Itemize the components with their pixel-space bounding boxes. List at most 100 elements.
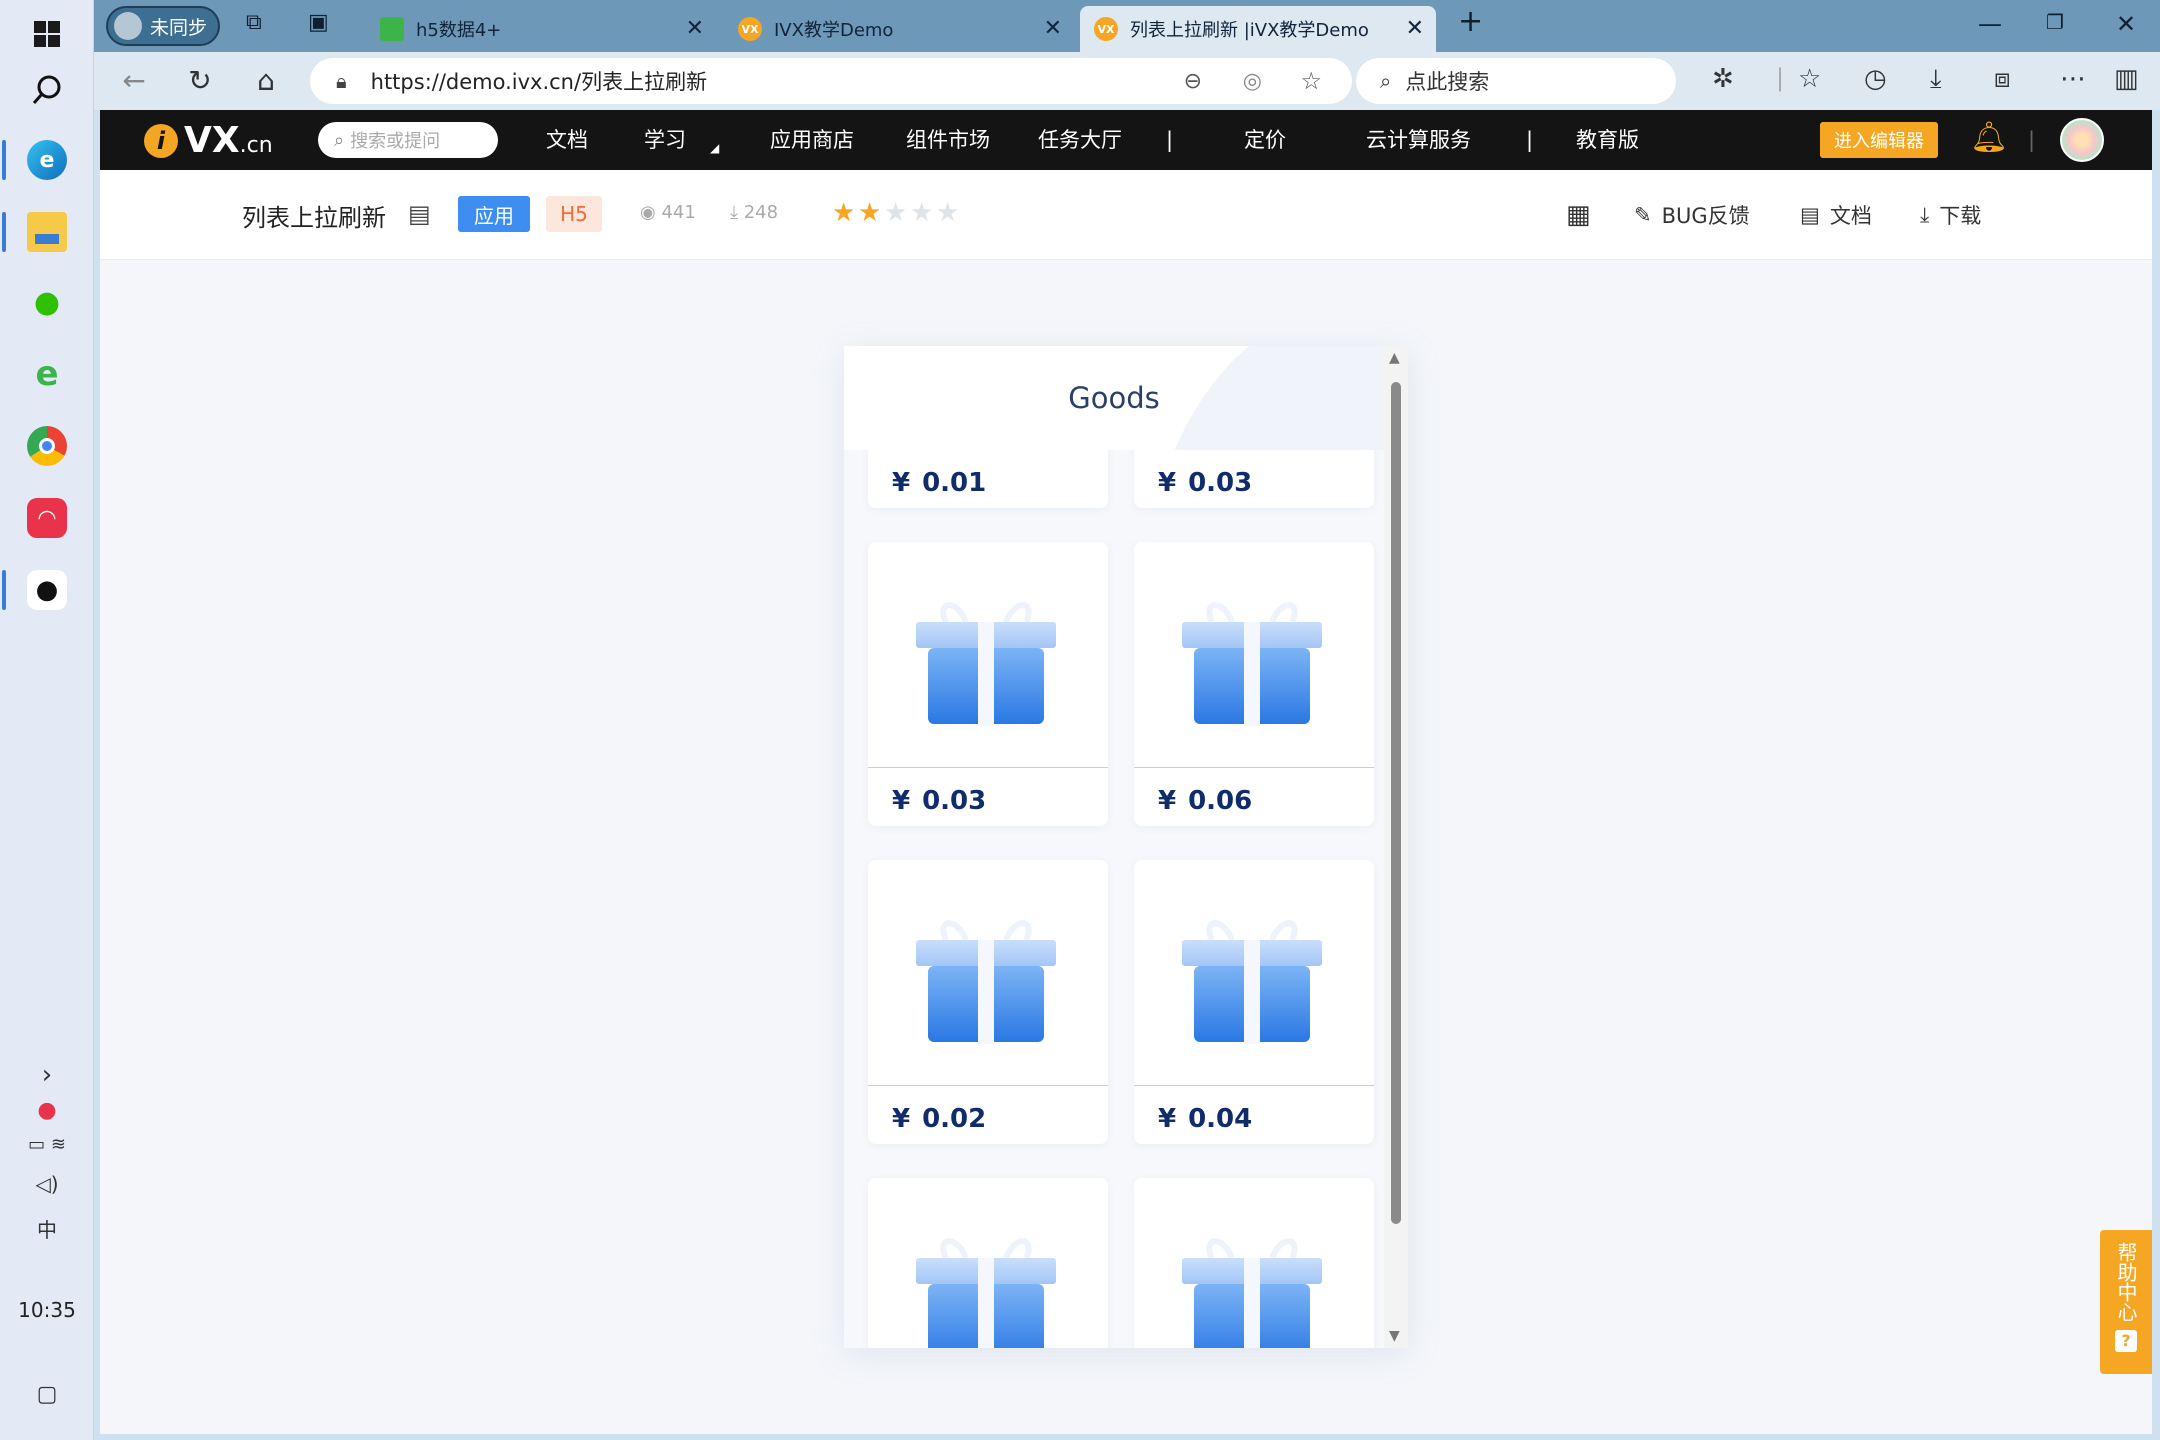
goods-card[interactable]: ¥0.04 [1134, 860, 1374, 1144]
qrcode-button[interactable]: ▦ [1566, 200, 1591, 230]
back-icon[interactable]: ← [116, 64, 152, 97]
views-stat: ◉ 441 [640, 202, 696, 223]
help-center-button[interactable]: 帮助中心 ? [2100, 1230, 2152, 1374]
url-text: https://demo.ivx.cn/列表上拉刷新 [370, 70, 708, 94]
web-page: i VX .cn ⌕ 搜索或提问 文档 学习 ◢ 应用商店 组件市场 任务大厅 … [100, 110, 2152, 1434]
extensions-icon[interactable]: ✲ [1712, 64, 1734, 94]
battery-wifi-icon[interactable]: ▭ ≋ [0, 1134, 94, 1155]
new-tab-icon[interactable]: + [1458, 4, 1483, 39]
taskbar-ie[interactable]: e [0, 340, 94, 408]
close-icon[interactable]: ✕ [1406, 16, 1424, 41]
goods-image [1134, 1178, 1374, 1348]
close-icon[interactable]: ✕ [686, 16, 704, 41]
nav-cloud[interactable]: 云计算服务 [1366, 110, 1471, 170]
download-label: 下载 [1939, 204, 1982, 228]
taskbar-edge[interactable]: e [0, 126, 94, 194]
logo-dot: i [144, 123, 178, 158]
nav-component-market[interactable]: 组件市场 [906, 110, 990, 170]
goods-card[interactable]: ¥0.02 [868, 860, 1108, 1144]
nav-pricing[interactable]: 定价 [1244, 110, 1286, 170]
tab-list-refresh[interactable]: VX 列表上拉刷新 |iVX教学Demo ✕ [1080, 6, 1436, 52]
favorites-icon[interactable]: ☆ [1798, 64, 1821, 94]
history-icon[interactable]: ◷ [1864, 64, 1887, 94]
browser-toolbar: ← ↻ ⌂ 🔒︎ https://demo.ivx.cn/列表上拉刷新 ⊖ ◎ … [94, 52, 2160, 110]
nav-task-hall[interactable]: 任务大厅 [1038, 110, 1122, 170]
home-icon[interactable]: ⌂ [248, 64, 284, 97]
caret-down-icon[interactable]: ◢ [710, 118, 719, 178]
tab-actions-icon[interactable]: ▣ [308, 10, 329, 35]
volume-icon[interactable]: ◁) [0, 1172, 94, 1196]
site-navbar: i VX .cn ⌕ 搜索或提问 文档 学习 ◢ 应用商店 组件市场 任务大厅 … [100, 110, 2152, 170]
nav-education[interactable]: 教育版 [1576, 110, 1639, 170]
zoom-icon[interactable]: ⊖ [1184, 69, 1202, 94]
minimize-icon[interactable]: — [1978, 10, 2002, 38]
eye-icon: ◉ [640, 202, 662, 223]
taskbar-chrome[interactable] [0, 412, 94, 480]
refresh-icon[interactable]: ↻ [182, 64, 218, 97]
taskbar-wechat[interactable]: ● [0, 268, 94, 336]
goods-card[interactable] [1134, 1178, 1374, 1348]
goods-card[interactable]: ¥0.03 [868, 542, 1108, 826]
toolbar-divider: | [1776, 64, 1785, 92]
tab-h5-data[interactable]: h5数据4+ ✕ [366, 6, 716, 52]
tab-ivx-demo[interactable]: VX IVX教学Demo ✕ [724, 6, 1074, 52]
more-icon[interactable]: ⋯ [2060, 64, 2086, 94]
wechat-icon: ● [33, 284, 61, 320]
doc-icon[interactable]: ▤ [408, 200, 431, 228]
taskbar-app-red[interactable]: ◠ [0, 484, 94, 552]
ivx-logo[interactable]: i VX .cn [144, 120, 273, 161]
doc-button[interactable]: ▤ 文档 [1800, 200, 1872, 230]
taskbar-explorer[interactable] [0, 198, 94, 266]
browser-search-box[interactable]: ⌕ 点此搜索 [1356, 58, 1676, 104]
browser-tabbar: 未同步 ⧉ ▣ h5数据4+ ✕ VX IVX教学Demo ✕ VX 列表上拉刷… [94, 0, 2160, 52]
collections-icon[interactable]: ⧉ [246, 10, 262, 35]
nav-learn[interactable]: 学习 [644, 110, 686, 170]
scroll-down-icon[interactable]: ▼ [1389, 1328, 1400, 1344]
rating-star-3: ★ [884, 198, 908, 228]
restore-icon[interactable]: ❐ [2046, 10, 2064, 34]
profile-button[interactable]: 未同步 [106, 6, 220, 46]
ime-indicator[interactable]: 中 [0, 1214, 94, 1243]
goods-card[interactable]: ¥0.03 [1134, 450, 1374, 508]
goods-image [868, 1178, 1108, 1348]
screenshot-icon[interactable]: ⧈ [1994, 64, 2011, 95]
preview-heading: Goods [1068, 381, 1160, 415]
bug-feedback-button[interactable]: ✎ BUG反馈 [1634, 200, 1750, 230]
site-search-input[interactable]: ⌕ 搜索或提问 [318, 122, 498, 158]
notification-icon[interactable]: ▢ [0, 1382, 94, 1407]
app-preview: Goods ¥0.01 ¥ 0.03 ¥ 0.03 ¥ 0.06 ¥ 0.02 … [844, 346, 1408, 1348]
download-icon: ⤓ [730, 202, 744, 223]
nav-app-store[interactable]: 应用商店 [770, 110, 854, 170]
download-icon[interactable]: ⤓ [1930, 64, 1942, 95]
goods-card[interactable] [868, 1178, 1108, 1348]
close-window-icon[interactable]: ✕ [2116, 10, 2136, 38]
taskbar-qq[interactable]: ● [0, 556, 94, 624]
enter-editor-button[interactable]: 进入编辑器 [1820, 122, 1938, 158]
doc-label: 文档 [1829, 204, 1872, 228]
taskbar-clock[interactable]: 10:35 [0, 1298, 94, 1322]
sidebar-toggle-icon[interactable]: ▥ [2114, 64, 2139, 94]
bell-icon[interactable]: 🔔︎ [1970, 120, 2008, 155]
address-bar[interactable]: 🔒︎ https://demo.ivx.cn/列表上拉刷新 ⊖ ◎ ☆ [310, 58, 1352, 104]
favorite-star-icon[interactable]: ☆ [1300, 67, 1322, 95]
search-placeholder: 点此搜索 [1405, 70, 1490, 94]
goods-card[interactable]: ¥0.06 [1134, 542, 1374, 826]
scroll-up-icon[interactable]: ▲ [1389, 350, 1400, 366]
logo-main: VX [184, 120, 240, 161]
close-icon[interactable]: ✕ [1044, 16, 1062, 41]
avatar[interactable] [2060, 118, 2104, 162]
read-aloud-icon[interactable]: ◎ [1243, 69, 1262, 94]
qq-tray-icon[interactable]: ● [0, 1098, 94, 1123]
scrollbar[interactable]: ▲ ▼ [1384, 346, 1408, 1348]
download-button[interactable]: ⤓ 下载 [1920, 200, 1981, 230]
vx-favicon-icon: VX [1094, 17, 1118, 41]
goods-list[interactable]: ¥0.01 ¥0.03 ¥ 0.03 ¥ 0.06 ¥ 0.02 ¥ 0.04 [844, 450, 1384, 1348]
currency-symbol: ¥ [1158, 468, 1177, 498]
nav-docs[interactable]: 文档 [546, 110, 588, 170]
chevron-right-icon[interactable]: › [0, 1060, 94, 1090]
scroll-thumb[interactable] [1391, 382, 1401, 1224]
goods-price: ¥0.03 [1158, 468, 1252, 498]
search-button[interactable] [0, 56, 94, 124]
goods-card[interactable]: ¥0.01 [868, 450, 1108, 508]
avatar [114, 12, 142, 40]
